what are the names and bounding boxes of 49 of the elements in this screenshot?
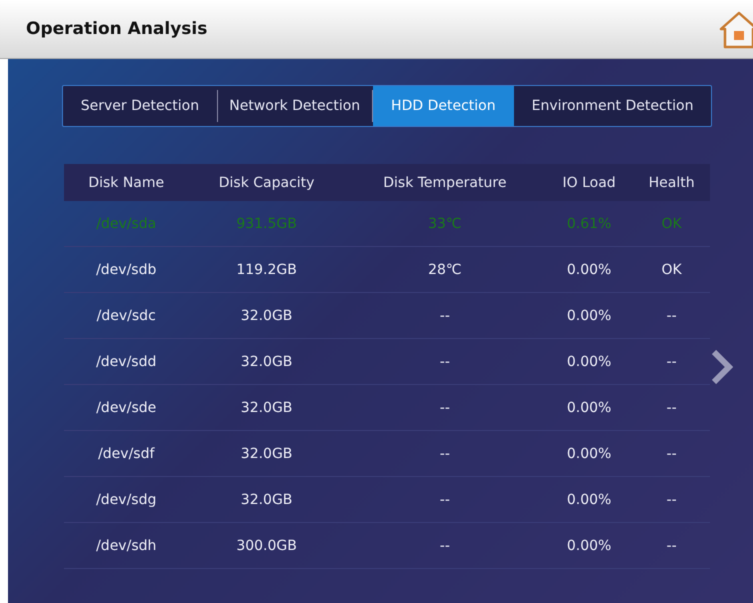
table-cell: OK <box>633 246 710 292</box>
column-header: Disk Temperature <box>344 164 545 201</box>
table-cell: 32.0GB <box>188 476 345 522</box>
tab[interactable]: Environment Detection <box>514 90 712 122</box>
table-cell: -- <box>344 476 545 522</box>
table-cell: -- <box>344 292 545 338</box>
table-cell: -- <box>633 476 710 522</box>
table-cell: 300.0GB <box>188 522 345 568</box>
table-cell: -- <box>633 384 710 430</box>
table-cell: 0.00% <box>544 476 634 522</box>
tab[interactable]: Server Detection <box>63 90 218 122</box>
column-header: IO Load <box>544 164 634 201</box>
table-cell: 0.00% <box>544 246 634 292</box>
table-cell: -- <box>344 430 545 476</box>
table-cell: /dev/sde <box>64 384 188 430</box>
table-cell: 32.0GB <box>188 430 345 476</box>
table-cell: 28℃ <box>344 246 545 292</box>
tab[interactable]: HDD Detection <box>372 86 514 126</box>
table-cell: /dev/sdf <box>64 430 188 476</box>
table-cell: 119.2GB <box>188 246 345 292</box>
column-header: Disk Capacity <box>188 164 345 201</box>
table-cell: -- <box>633 430 710 476</box>
table-cell: 32.0GB <box>188 338 345 384</box>
column-header: Disk Name <box>64 164 188 201</box>
table-cell: /dev/sdd <box>64 338 188 384</box>
table-cell: 931.5GB <box>188 201 345 246</box>
window-title: Operation Analysis <box>26 19 208 39</box>
table-cell: -- <box>344 338 545 384</box>
table-cell: 0.00% <box>544 522 634 568</box>
table-cell: -- <box>633 338 710 384</box>
table-cell: 0.00% <box>544 430 634 476</box>
table-cell: /dev/sdb <box>64 246 188 292</box>
table-cell: 32.0GB <box>188 384 345 430</box>
table-cell: -- <box>633 292 710 338</box>
table-cell: -- <box>633 522 710 568</box>
table-cell: -- <box>344 384 545 430</box>
table-cell: 0.00% <box>544 338 634 384</box>
table-cell: -- <box>344 522 545 568</box>
table-cell: 33℃ <box>344 201 545 246</box>
table-cell: /dev/sdh <box>64 522 188 568</box>
table-cell: /dev/sdg <box>64 476 188 522</box>
table-cell: 32.0GB <box>188 292 345 338</box>
table-cell: /dev/sda <box>64 201 188 246</box>
table-cell: 0.61% <box>544 201 634 246</box>
column-header: Health <box>633 164 710 201</box>
table-cell: 0.00% <box>544 384 634 430</box>
table-cell: OK <box>633 201 710 246</box>
table-cell: /dev/sdc <box>64 292 188 338</box>
table-cell: 0.00% <box>544 292 634 338</box>
